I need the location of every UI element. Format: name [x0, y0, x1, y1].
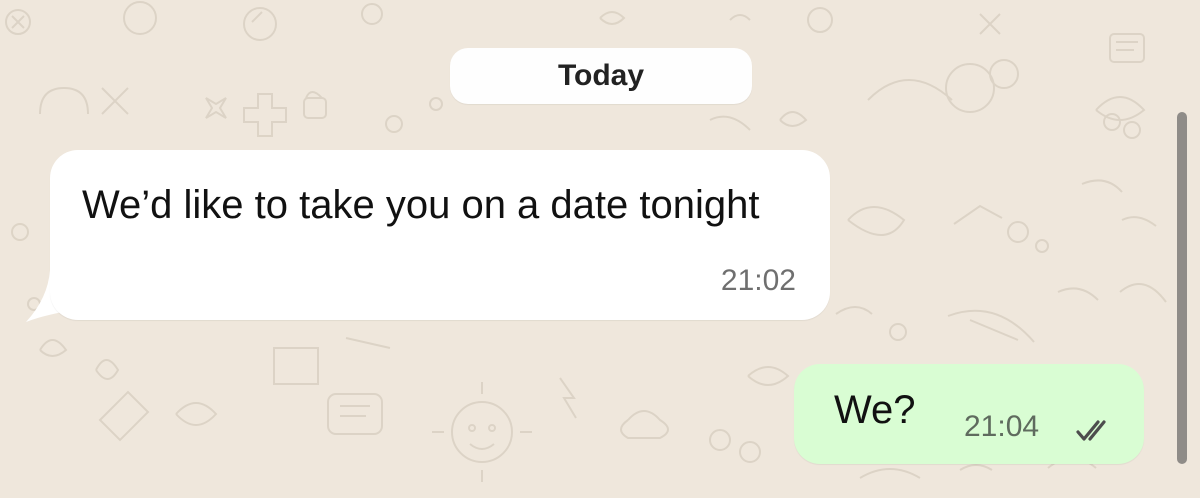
double-check-icon [1076, 420, 1106, 441]
chat-scrollbar[interactable] [1177, 112, 1187, 464]
incoming-message-time: 21:02 [720, 264, 796, 297]
date-label: Today [557, 59, 645, 92]
incoming-message-bubble[interactable]: We’d like to take you on a date tonight … [50, 150, 830, 320]
outgoing-message-bubble[interactable]: We? 21:04 [794, 364, 1144, 464]
incoming-message-text: We’d like to take you on a date tonight [82, 183, 760, 227]
date-separator-chip: Today [450, 48, 752, 104]
outgoing-message-text: We? [834, 388, 916, 432]
outgoing-message-time: 21:04 [964, 410, 1040, 443]
